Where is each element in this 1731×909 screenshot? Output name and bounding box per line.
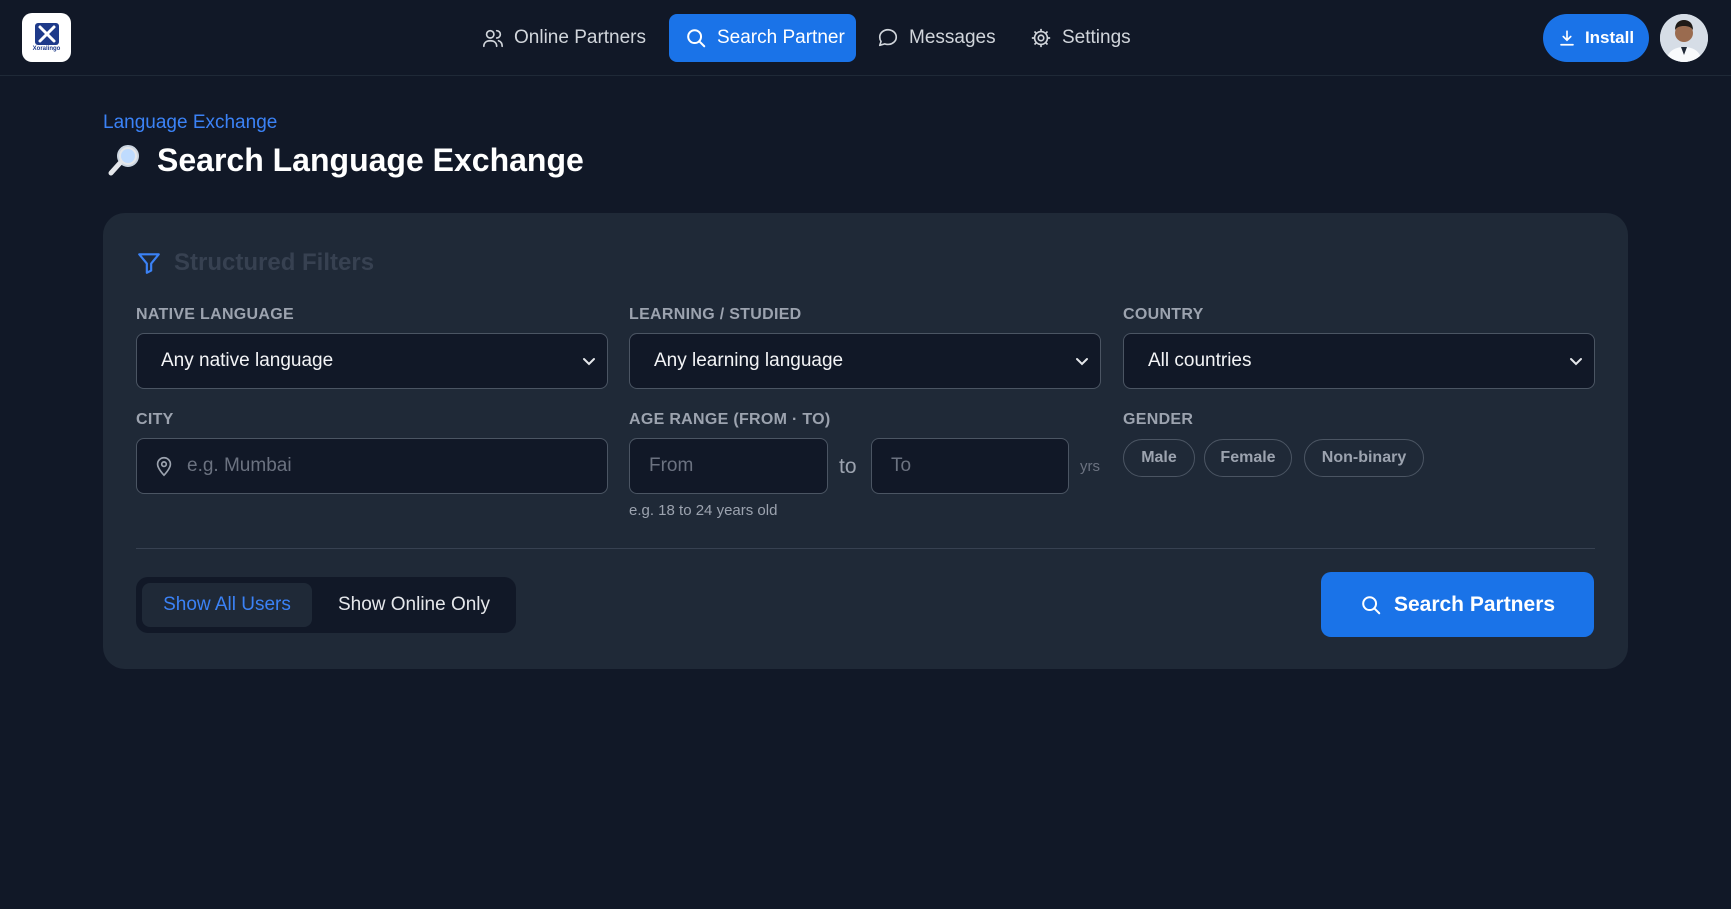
user-avatar[interactable] <box>1660 14 1708 62</box>
gender-chip-male[interactable]: Male <box>1123 439 1195 477</box>
magnifying-glass-emoji-icon <box>108 145 139 176</box>
logo-icon <box>34 23 59 45</box>
gender-chip-non-binary[interactable]: Non-binary <box>1304 439 1424 477</box>
chevron-down-icon <box>1570 358 1582 366</box>
chat-bubble-icon <box>878 28 898 47</box>
native-language-label: NATIVE LANGUAGE <box>136 306 294 323</box>
age-to-input[interactable]: To <box>871 438 1069 494</box>
age-to-placeholder: To <box>891 455 912 476</box>
app-logo[interactable]: Xoralingo <box>22 13 71 62</box>
nav-messages[interactable]: Messages <box>877 14 1007 62</box>
age-from-input[interactable]: From <box>629 438 828 494</box>
gender-chip-female[interactable]: Female <box>1204 439 1292 477</box>
age-range-label: AGE RANGE (FROM · TO) <box>629 411 831 428</box>
download-icon <box>1560 30 1574 46</box>
filters-heading-text: Structured Filters <box>174 249 375 276</box>
country-label: COUNTRY <box>1123 306 1204 323</box>
nav-search-partner[interactable]: Search Partner <box>669 14 856 62</box>
learning-language-select[interactable]: Any learning language <box>629 333 1101 389</box>
country-select[interactable]: All countries <box>1123 333 1595 389</box>
filters-heading: Structured Filters <box>136 249 374 277</box>
age-unit: yrs <box>1080 458 1100 475</box>
age-from-placeholder: From <box>649 455 694 476</box>
install-button[interactable]: Install <box>1543 14 1649 62</box>
chevron-down-icon <box>583 358 595 366</box>
native-language-select[interactable]: Any native language <box>136 333 608 389</box>
nav-settings[interactable]: Settings <box>1030 14 1140 62</box>
nav-label: Search Partner <box>717 27 845 48</box>
search-partners-label: Search Partners <box>1393 592 1556 616</box>
chevron-down-icon <box>1076 358 1088 366</box>
city-placeholder: e.g. Mumbai <box>187 455 292 476</box>
gender-label: GENDER <box>1123 411 1194 428</box>
nav-label: Online Partners <box>514 27 647 48</box>
learning-language-value: Any learning language <box>654 350 844 371</box>
show-online-only-button[interactable]: Show Online Only <box>318 583 510 627</box>
filters-card: Structured Filters NATIVE LANGUAGE LEARN… <box>103 213 1628 669</box>
city-input[interactable]: e.g. Mumbai <box>136 438 608 494</box>
search-partners-button[interactable]: Search Partners <box>1321 572 1594 637</box>
nav-label: Messages <box>909 27 996 48</box>
nav-online-partners[interactable]: Online Partners <box>482 14 652 62</box>
city-label: CITY <box>136 411 174 428</box>
age-range-hint: e.g. 18 to 24 years old <box>629 502 778 519</box>
divider <box>136 548 1595 549</box>
learning-language-label: LEARNING / STUDIED <box>629 306 802 323</box>
nav-label: Settings <box>1062 27 1131 48</box>
native-language-value: Any native language <box>161 350 334 371</box>
age-range-separator: to <box>839 455 857 478</box>
country-value: All countries <box>1148 350 1252 371</box>
user-visibility-toggle: Show All Users Show Online Only <box>136 577 516 633</box>
show-all-users-button[interactable]: Show All Users <box>142 583 312 627</box>
page-title: Search Language Exchange <box>107 140 584 180</box>
top-navigation-bar: Xoralingo Online Partners Search Partner… <box>0 0 1731 76</box>
filter-icon <box>138 253 160 274</box>
search-icon <box>687 29 706 48</box>
install-label: Install <box>1584 28 1635 47</box>
map-pin-icon <box>156 456 172 477</box>
gear-icon <box>1031 28 1051 48</box>
users-icon <box>483 29 503 48</box>
avatar-image <box>1660 14 1708 62</box>
logo-text: Xoralingo <box>32 46 61 52</box>
search-icon <box>1362 595 1381 614</box>
page-title-text: Search Language Exchange <box>157 141 584 178</box>
breadcrumb[interactable]: Language Exchange <box>103 112 277 134</box>
